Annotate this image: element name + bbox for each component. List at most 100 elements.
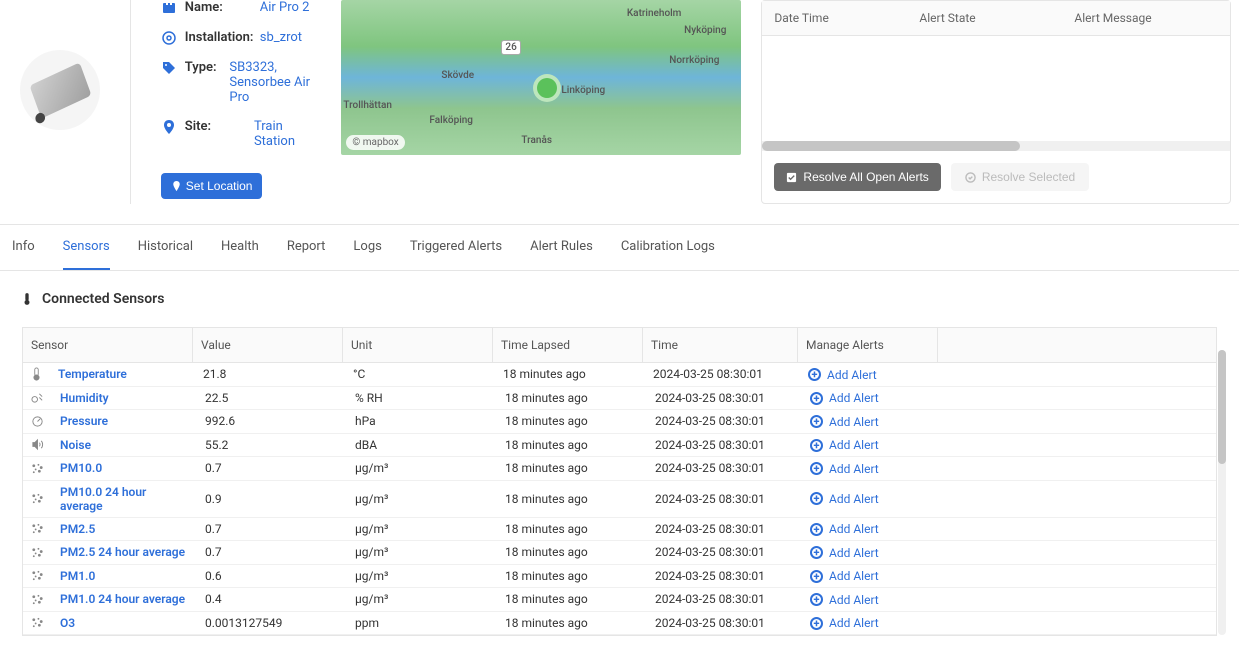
set-location-button[interactable]: Set Location bbox=[161, 173, 263, 199]
sensor-name-link[interactable]: Pressure bbox=[60, 414, 108, 428]
sensor-value: 22.5 bbox=[197, 387, 347, 409]
sensor-unit: µg/m³ bbox=[347, 488, 497, 510]
device-site[interactable]: Train Station bbox=[254, 119, 321, 149]
add-alert-link[interactable]: +Add Alert bbox=[810, 492, 879, 506]
sensor-name-link[interactable]: PM2.5 24 hour average bbox=[60, 545, 185, 559]
tabs: Info Sensors Historical Health Report Lo… bbox=[0, 224, 1239, 271]
alerts-scrollbar[interactable] bbox=[762, 141, 1230, 151]
sensor-value: 0.6 bbox=[197, 565, 347, 587]
sensor-icon bbox=[23, 458, 52, 479]
map-marker bbox=[533, 74, 561, 102]
sensor-time: 2024-03-25 08:30:01 bbox=[647, 387, 802, 409]
add-alert-link[interactable]: +Add Alert bbox=[810, 593, 879, 607]
sensor-time: 2024-03-25 08:30:01 bbox=[647, 588, 802, 610]
col-extra bbox=[937, 328, 1216, 362]
tab-info[interactable]: Info bbox=[12, 225, 35, 270]
sensor-unit: µg/m³ bbox=[347, 518, 497, 540]
sensor-value: 21.8 bbox=[195, 363, 345, 385]
device-installation[interactable]: sb_zrot bbox=[260, 30, 302, 45]
alerts-col-state: Alert State bbox=[907, 1, 1062, 35]
sensor-icon bbox=[23, 411, 52, 432]
sensor-name-link[interactable]: Temperature bbox=[58, 367, 127, 381]
add-alert-link[interactable]: +Add Alert bbox=[810, 462, 879, 476]
resolve-all-button[interactable]: Resolve All Open Alerts bbox=[774, 163, 940, 191]
site-icon bbox=[161, 119, 177, 135]
location-map[interactable]: Katrineholm Nyköping Norrköping Linköpin… bbox=[341, 0, 741, 155]
tab-report[interactable]: Report bbox=[287, 225, 326, 270]
installation-label: Installation: bbox=[185, 30, 260, 45]
sensor-unit: °C bbox=[345, 363, 495, 385]
sensor-icon bbox=[23, 589, 52, 610]
tab-calibration[interactable]: Calibration Logs bbox=[621, 225, 715, 270]
sensor-value: 0.7 bbox=[197, 541, 347, 563]
sensor-time: 2024-03-25 08:30:01 bbox=[647, 612, 802, 634]
sensor-lapsed: 18 minutes ago bbox=[497, 588, 647, 610]
add-alert-link[interactable]: +Add Alert bbox=[810, 569, 879, 583]
col-time: Time bbox=[642, 328, 797, 362]
type-icon bbox=[161, 60, 177, 76]
sensor-lapsed: 18 minutes ago bbox=[497, 488, 647, 510]
sensor-name-link[interactable]: PM10.0 24 hour average bbox=[60, 485, 146, 513]
table-row: PM2.50.7µg/m³18 minutes ago2024-03-25 08… bbox=[23, 518, 1216, 542]
sensor-icon bbox=[23, 434, 52, 455]
sensor-lapsed: 18 minutes ago bbox=[497, 434, 647, 456]
sensor-lapsed: 18 minutes ago bbox=[497, 457, 647, 479]
sensor-time: 2024-03-25 08:30:01 bbox=[647, 565, 802, 587]
table-row: PM10.0 0.7µg/m³18 minutes ago2024-03-25 0… bbox=[23, 457, 1216, 481]
sensor-icon bbox=[23, 518, 52, 539]
col-unit: Unit bbox=[342, 328, 492, 362]
sensor-lapsed: 18 minutes ago bbox=[497, 612, 647, 634]
sensor-name-link[interactable]: PM1.0 bbox=[60, 569, 95, 583]
sensor-lapsed: 18 minutes ago bbox=[497, 387, 647, 409]
sensors-scrollbar[interactable] bbox=[1218, 350, 1226, 635]
sensor-time: 2024-03-25 08:30:01 bbox=[647, 488, 802, 510]
tab-health[interactable]: Health bbox=[221, 225, 259, 270]
sensors-table: Sensor Value Unit Time Lapsed Time Manag… bbox=[22, 327, 1217, 636]
sensor-value: 0.7 bbox=[197, 457, 347, 479]
sensor-unit: ppm bbox=[347, 612, 497, 634]
table-row: Humidity22.5% RH18 minutes ago2024-03-25… bbox=[23, 387, 1216, 411]
add-alert-link[interactable]: +Add Alert bbox=[810, 391, 879, 405]
tab-historical[interactable]: Historical bbox=[138, 225, 193, 270]
sensor-name-link[interactable]: PM10.0 bbox=[60, 461, 102, 475]
sensor-time: 2024-03-25 08:30:01 bbox=[645, 363, 800, 385]
table-row: Noise55.2dBA18 minutes ago2024-03-25 08:… bbox=[23, 434, 1216, 458]
add-alert-link[interactable]: +Add Alert bbox=[810, 438, 879, 452]
tab-sensors[interactable]: Sensors bbox=[63, 225, 110, 270]
sensor-name-link[interactable]: PM1.0 24 hour average bbox=[60, 592, 185, 606]
tab-alert-rules[interactable]: Alert Rules bbox=[530, 225, 593, 270]
sensor-icon bbox=[23, 488, 52, 509]
sensor-time: 2024-03-25 08:30:01 bbox=[647, 457, 802, 479]
device-info: Name: Air Pro 2 Installation: sb_zrot Ty… bbox=[161, 0, 322, 204]
sensor-value: 0.0013127549 bbox=[197, 612, 347, 634]
sensor-icon bbox=[23, 612, 52, 633]
tab-logs[interactable]: Logs bbox=[353, 225, 381, 270]
sensor-lapsed: 18 minutes ago bbox=[497, 410, 647, 432]
sensor-unit: µg/m³ bbox=[347, 588, 497, 610]
sensor-name-link[interactable]: PM2.5 bbox=[60, 522, 95, 536]
sensor-unit: µg/m³ bbox=[347, 565, 497, 587]
sensor-icon bbox=[23, 363, 50, 385]
add-alert-link[interactable]: +Add Alert bbox=[810, 546, 879, 560]
table-row: O3 0.0013127549ppm18 minutes ago2024-03-2… bbox=[23, 612, 1216, 636]
plus-circle-icon: + bbox=[810, 462, 823, 475]
tab-triggered[interactable]: Triggered Alerts bbox=[410, 225, 502, 270]
sensor-name-link[interactable]: O3 bbox=[60, 616, 75, 630]
vertical-divider bbox=[130, 0, 131, 204]
table-row: PM2.5 24 hour average0.7µg/m³18 minutes … bbox=[23, 541, 1216, 565]
device-image bbox=[20, 50, 100, 130]
add-alert-link[interactable]: +Add Alert bbox=[810, 616, 879, 630]
sensor-value: 0.4 bbox=[197, 588, 347, 610]
sensor-name-link[interactable]: Noise bbox=[60, 438, 91, 452]
add-alert-link[interactable]: +Add Alert bbox=[810, 522, 879, 536]
col-lapsed: Time Lapsed bbox=[492, 328, 642, 362]
sensor-lapsed: 18 minutes ago bbox=[497, 518, 647, 540]
col-manage: Manage Alerts bbox=[797, 328, 937, 362]
installation-icon bbox=[161, 30, 177, 46]
sensor-name-link[interactable]: Humidity bbox=[60, 391, 109, 405]
type-label: Type: bbox=[185, 60, 230, 75]
sensor-lapsed: 18 minutes ago bbox=[495, 363, 645, 385]
add-alert-link[interactable]: +Add Alert bbox=[808, 368, 877, 382]
add-alert-link[interactable]: +Add Alert bbox=[810, 415, 879, 429]
sensor-unit: µg/m³ bbox=[347, 457, 497, 479]
